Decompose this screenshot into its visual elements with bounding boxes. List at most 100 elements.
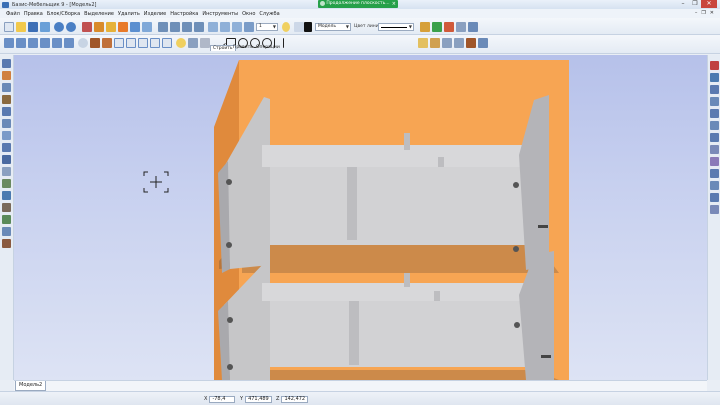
redo-icon[interactable] — [66, 22, 76, 32]
hardware-icon[interactable] — [442, 38, 452, 48]
menu-settings[interactable]: Настройка — [170, 11, 198, 17]
palette-r7-icon[interactable] — [710, 133, 719, 142]
palette-frontal-icon[interactable] — [2, 95, 11, 104]
tab-model2[interactable]: Модель2 — [15, 381, 47, 391]
menu-block-assembly[interactable]: Блок/Сборка — [47, 11, 80, 17]
wireframe-4-icon[interactable] — [150, 38, 160, 48]
palette-array-icon[interactable] — [2, 191, 11, 200]
wireframe-5-icon[interactable] — [162, 38, 172, 48]
undo-icon[interactable] — [54, 22, 64, 32]
palette-mirror-icon[interactable] — [2, 179, 11, 188]
palette-move-icon[interactable] — [2, 155, 11, 164]
light-icon[interactable] — [176, 38, 186, 48]
wireframe-3-icon[interactable] — [138, 38, 148, 48]
rotate-icon[interactable] — [78, 38, 88, 48]
new-file-icon[interactable] — [4, 22, 14, 32]
zoom-fit-icon[interactable] — [232, 22, 242, 32]
camera-icon[interactable] — [188, 38, 198, 48]
sum-icon[interactable] — [468, 22, 478, 32]
menu-edit[interactable]: Правка — [24, 11, 43, 17]
palette-drawer-icon[interactable] — [2, 119, 11, 128]
material-icon[interactable] — [466, 38, 476, 48]
menu-product[interactable]: Изделие — [144, 11, 166, 17]
shaded-view-icon[interactable] — [90, 38, 100, 48]
color-swatch[interactable] — [304, 22, 312, 32]
menu-tools[interactable]: Инструменты — [202, 11, 238, 17]
palette-r11-icon[interactable] — [710, 181, 719, 190]
palette-r12-icon[interactable] — [710, 193, 719, 202]
box-view-3-icon[interactable] — [28, 38, 38, 48]
palette-box-icon[interactable] — [2, 107, 11, 116]
palette-rotate-icon[interactable] — [2, 167, 11, 176]
palette-r10-icon[interactable] — [710, 169, 719, 178]
mdi-minimize-button[interactable]: – — [695, 9, 698, 18]
tool-green-icon[interactable] — [432, 22, 442, 32]
notice-close-button[interactable]: × — [392, 0, 396, 8]
menu-file[interactable]: Файл — [6, 11, 20, 17]
print-icon[interactable] — [40, 22, 50, 32]
palette-cut-icon[interactable] — [2, 203, 11, 212]
snap-icon[interactable] — [82, 22, 92, 32]
properties-icon[interactable] — [420, 22, 430, 32]
grid-icon[interactable] — [142, 22, 152, 32]
box-view-2-icon[interactable] — [16, 38, 26, 48]
box-view-1-icon[interactable] — [4, 38, 14, 48]
palette-r9-icon[interactable] — [710, 157, 719, 166]
view-front-icon[interactable] — [158, 22, 168, 32]
notice-banner[interactable]: Продолжение плоскость... × — [318, 0, 398, 8]
palette-horizontal-icon[interactable] — [2, 71, 11, 80]
minimize-button[interactable]: – — [677, 0, 689, 8]
lock-icon[interactable] — [294, 22, 304, 32]
palette-shape-icon[interactable] — [2, 227, 11, 236]
box-view-5-icon[interactable] — [52, 38, 62, 48]
view-left-icon[interactable] — [170, 22, 180, 32]
tab-operations[interactable]: Операции — [254, 45, 282, 50]
lightbulb-icon[interactable] — [282, 22, 290, 32]
palette-copy-icon[interactable] — [2, 143, 11, 152]
open-folder-icon[interactable] — [16, 22, 26, 32]
box-view-4-icon[interactable] — [40, 38, 50, 48]
zoom-in-icon[interactable] — [208, 22, 218, 32]
box-view-6-icon[interactable] — [64, 38, 74, 48]
palette-r3-icon[interactable] — [710, 85, 719, 94]
layers-icon[interactable] — [244, 22, 254, 32]
palette-r8-icon[interactable] — [710, 145, 719, 154]
textured-view-icon[interactable] — [102, 38, 112, 48]
layer-select[interactable]: 1 ▼ — [256, 23, 278, 31]
panel-icon[interactable] — [418, 38, 428, 48]
view-iso-icon[interactable] — [194, 22, 204, 32]
close-button[interactable]: ✕ — [701, 0, 717, 8]
save-icon[interactable] — [28, 22, 38, 32]
maximize-button[interactable]: ❐ — [689, 0, 701, 8]
palette-door-icon[interactable] — [2, 131, 11, 140]
pointer-icon[interactable] — [94, 22, 104, 32]
menu-delete[interactable]: Удалить — [118, 11, 140, 17]
magnet-icon[interactable] — [118, 22, 128, 32]
tab-edit[interactable]: Править — [231, 45, 255, 50]
palette-r4-icon[interactable] — [710, 97, 719, 106]
palette-r13-icon[interactable] — [710, 205, 719, 214]
tool-red-icon[interactable] — [444, 22, 454, 32]
calculator-icon[interactable] — [456, 22, 466, 32]
measure-icon[interactable] — [130, 22, 140, 32]
line-type-select[interactable]: ▼ — [378, 23, 414, 31]
palette-r2-icon[interactable] — [710, 73, 719, 82]
palette-r5-icon[interactable] — [710, 109, 719, 118]
zoom-window-icon[interactable] — [454, 38, 464, 48]
viewport-3d[interactable] — [14, 55, 707, 380]
palette-r1-icon[interactable] — [710, 61, 719, 70]
mdi-restore-button[interactable]: ❐ — [701, 9, 705, 18]
report-icon[interactable] — [478, 38, 488, 48]
menu-selection[interactable]: Выделение — [84, 11, 114, 17]
mode-select[interactable]: Модель ▼ — [315, 23, 351, 31]
wireframe-2-icon[interactable] — [126, 38, 136, 48]
menu-window[interactable]: Окно — [242, 11, 255, 17]
mdi-close-button[interactable]: ✕ — [710, 9, 714, 18]
highlight-icon[interactable] — [106, 22, 116, 32]
wireframe-1-icon[interactable] — [114, 38, 124, 48]
menu-service[interactable]: Служба — [259, 11, 279, 17]
view-top-icon[interactable] — [182, 22, 192, 32]
zoom-out-icon[interactable] — [220, 22, 230, 32]
palette-r6-icon[interactable] — [710, 121, 719, 130]
palette-triangle-icon[interactable] — [2, 215, 11, 224]
